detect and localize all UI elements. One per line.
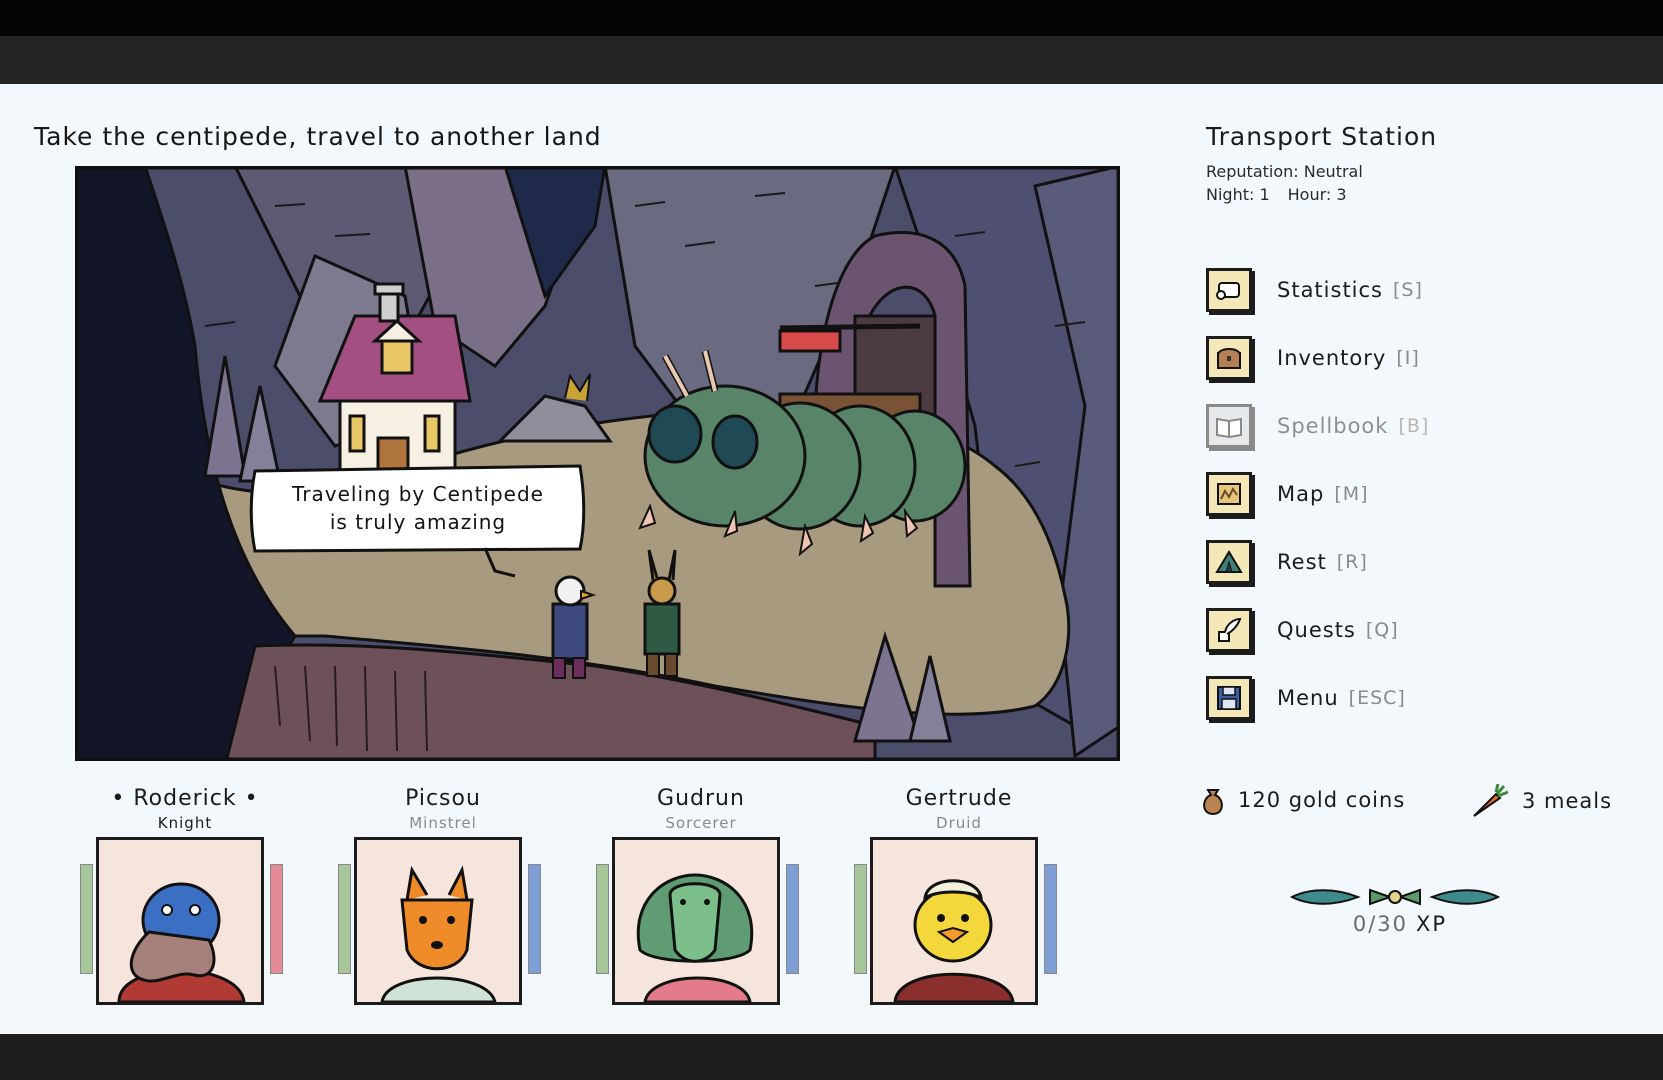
member-class: Knight (157, 814, 213, 832)
health-bar (338, 864, 351, 974)
fox-portrait[interactable] (354, 837, 522, 1005)
party-roster: • Roderick • Knight Picsou Minstrel Gudr… (75, 778, 1120, 1018)
party-member-picsou[interactable]: Picsou Minstrel (333, 778, 553, 1018)
letterbox-bottom (0, 1034, 1663, 1080)
member-name: Gudrun (657, 786, 745, 811)
menu-key-inventory: [I] (1396, 347, 1420, 369)
scroll-icon (1206, 268, 1252, 312)
xp-unit: XP (1416, 912, 1448, 936)
menu-label-statistics: Statistics (1277, 278, 1383, 302)
menu-label-map: Map (1277, 482, 1325, 506)
party-member-gudrun[interactable]: Gudrun Sorcerer (591, 778, 811, 1018)
menu-key-menu: [ESC] (1348, 687, 1406, 709)
mana-bar (270, 864, 283, 974)
gold-counter: 120 gold coins (1200, 784, 1405, 816)
menu-item-inventory[interactable]: Inventory [I] (1206, 324, 1606, 392)
speech-bubble-line2: is truly amazing (330, 510, 506, 534)
night-counter: Night: 1 (1206, 185, 1270, 204)
menu-label-rest: Rest (1277, 550, 1327, 574)
meals-text: 3 meals (1522, 789, 1613, 813)
menu-item-menu[interactable]: Menu [ESC] (1206, 664, 1606, 732)
menu-key-rest: [R] (1336, 551, 1368, 573)
quest-title: Take the centipede, travel to another la… (34, 122, 602, 151)
platypus-portrait[interactable] (96, 837, 264, 1005)
game-panel: Take the centipede, travel to another la… (0, 84, 1663, 1034)
reputation-text: Reputation: Neutral (1206, 162, 1363, 181)
menu-item-map[interactable]: Map [M] (1206, 460, 1606, 528)
book-icon (1206, 404, 1252, 448)
party-member-roderick[interactable]: • Roderick • Knight (75, 778, 295, 1018)
menu-item-statistics[interactable]: Statistics [S] (1206, 256, 1606, 324)
letterbox-top (0, 36, 1663, 84)
mana-bar (528, 864, 541, 974)
xp-value: 0/30 (1352, 912, 1409, 936)
scene-illustration[interactable]: Traveling by Centipede is truly amazing (75, 166, 1120, 761)
gold-text: 120 gold coins (1238, 788, 1406, 812)
location-title: Transport Station (1206, 122, 1438, 151)
menu-label-menu: Menu (1277, 686, 1339, 710)
chest-icon (1206, 336, 1252, 380)
member-class: Minstrel (409, 814, 477, 832)
menu-item-spellbook[interactable]: Spellbook [B] (1206, 392, 1606, 460)
menu-key-quests: [Q] (1365, 619, 1399, 641)
time-readout: Night: 1 Hour: 3 (1206, 185, 1347, 204)
menu-label-inventory: Inventory (1277, 346, 1387, 370)
party-member-gertrude[interactable]: Gertrude Druid (849, 778, 1069, 1018)
laurel-ornament-icon (1290, 888, 1500, 906)
health-bar (854, 864, 867, 974)
map-icon (1206, 472, 1252, 516)
health-bar (596, 864, 609, 974)
menu-item-quests[interactable]: Quests [Q] (1206, 596, 1606, 664)
side-menu: Statistics [S] Inventory [I] Spellbook [… (1206, 256, 1606, 732)
floppy-disk-icon (1206, 676, 1252, 720)
cobra-portrait[interactable] (612, 837, 780, 1005)
hour-counter: Hour: 3 (1287, 185, 1347, 204)
menu-key-statistics: [S] (1393, 279, 1423, 301)
meals-counter: 3 meals (1470, 784, 1612, 818)
member-name: • Roderick • (111, 786, 259, 811)
menu-label-quests: Quests (1277, 618, 1356, 642)
mana-bar (786, 864, 799, 974)
health-bar (80, 864, 93, 974)
tent-icon (1206, 540, 1252, 584)
member-name: Gertrude (905, 786, 1013, 811)
menu-item-rest[interactable]: Rest [R] (1206, 528, 1606, 596)
carrot-icon (1473, 784, 1509, 817)
menu-key-spellbook: [B] (1398, 415, 1430, 437)
member-name: Picsou (405, 786, 481, 811)
menu-key-map: [M] (1334, 483, 1369, 505)
mana-bar (1044, 864, 1057, 974)
member-class: Sorcerer (665, 814, 737, 832)
speech-bubble-line1: Traveling by Centipede (291, 482, 544, 506)
member-class: Druid (936, 814, 982, 832)
experience-readout: 0/30 XP (1300, 912, 1500, 936)
quill-icon (1206, 608, 1252, 652)
menu-label-spellbook: Spellbook (1277, 414, 1389, 438)
chick-portrait[interactable] (870, 837, 1038, 1005)
coin-pouch-icon (1203, 789, 1223, 816)
top-black-bar (0, 0, 1663, 36)
